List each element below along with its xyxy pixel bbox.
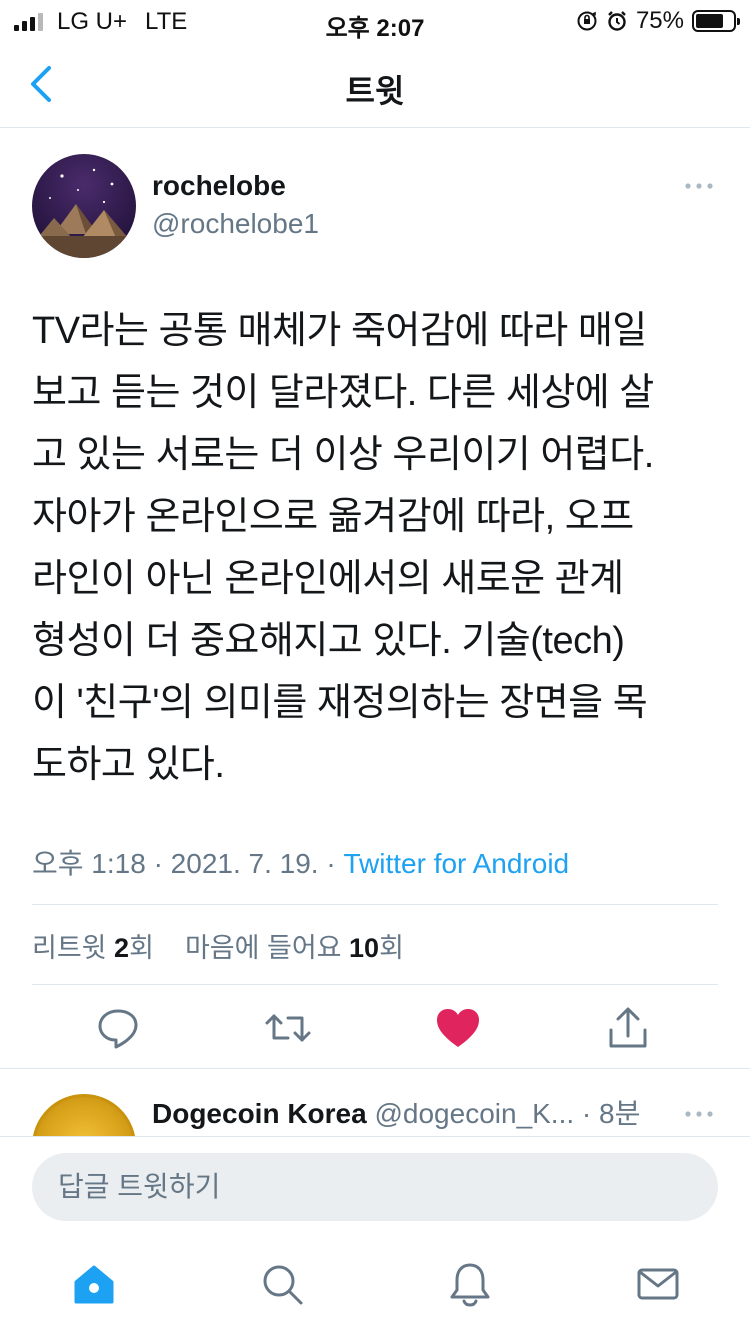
- tweet-line: 라인이 아닌 온라인에서의 새로운 관계: [32, 558, 624, 600]
- status-bar: LG U+ LTE 오후 2:07 75%: [0, 0, 750, 42]
- alarm-icon: [608, 11, 626, 31]
- like-label[interactable]: 마음에 들어요: [185, 933, 342, 963]
- reply-input[interactable]: 답글 트윗하기: [32, 1153, 718, 1221]
- reply-author-handle[interactable]: @dogecoin_K...: [374, 1098, 574, 1129]
- reply-author-name[interactable]: Dogecoin Korea: [152, 1098, 367, 1129]
- share-icon[interactable]: [604, 1004, 652, 1052]
- reply-composer-bar: 답글 트윗하기: [0, 1136, 750, 1236]
- more-options-icon[interactable]: [684, 176, 714, 196]
- tweet-line: 이 '친구'의 의미를 재정의하는 장면을 목: [32, 682, 648, 724]
- status-right: 75%: [576, 7, 740, 35]
- author-handle[interactable]: @rochelobe1: [152, 208, 319, 240]
- tweet-meta: 오후 1:18 · 2021. 7. 19. · Twitter for And…: [32, 842, 569, 882]
- retweet-unit: 회: [129, 933, 154, 963]
- more-options-icon[interactable]: [684, 1104, 714, 1124]
- author-name[interactable]: rochelobe: [152, 170, 286, 202]
- tweet-line: 자아가 온라인으로 옮겨감에 따라, 오프: [32, 496, 634, 538]
- tweet-source-link[interactable]: Twitter for Android: [343, 848, 569, 879]
- reply-time: · 8분: [574, 1098, 641, 1129]
- tweet-stats: 리트윗 2회 마음에 들어요 10회: [32, 926, 404, 965]
- retweet-count[interactable]: 2: [114, 933, 129, 963]
- search-icon[interactable]: [258, 1260, 306, 1308]
- battery-percent: 75%: [635, 7, 684, 34]
- author-avatar[interactable]: [32, 154, 136, 258]
- divider: [32, 904, 718, 905]
- like-count[interactable]: 10: [349, 933, 379, 963]
- battery-level: [696, 14, 723, 28]
- divider: [32, 984, 718, 985]
- reply-tweet-preview[interactable]: Dogecoin Korea @dogecoin_K... · 8분: [0, 1070, 750, 1136]
- battery-icon: [692, 10, 740, 32]
- tweet-line: 고 있는 서로는 더 이상 우리이기 어렵다.: [32, 434, 654, 476]
- page-title: 트윗: [345, 73, 405, 109]
- tweet-line: 보고 듣는 것이 달라졌다. 다른 세상에 살: [32, 372, 654, 414]
- home-icon[interactable]: [70, 1260, 118, 1308]
- navigation-bar: 트윗: [0, 40, 750, 128]
- tweet-timestamp: 오후 1:18 · 2021. 7. 19. ·: [32, 848, 344, 879]
- tweet-line: TV라는 공통 매체가 죽어감에 따라 매일: [32, 310, 647, 352]
- divider: [0, 1068, 750, 1069]
- heart-icon[interactable]: [434, 1004, 482, 1052]
- retweet-label[interactable]: 리트윗: [32, 933, 107, 963]
- orientation-lock-icon: [577, 11, 597, 31]
- tweet-line: 형성이 더 중요해지고 있다. 기술(tech): [32, 620, 625, 662]
- reply-header: Dogecoin Korea @dogecoin_K... · 8분: [152, 1092, 640, 1132]
- comment-icon[interactable]: [94, 1004, 142, 1052]
- retweet-icon[interactable]: [264, 1004, 312, 1052]
- bottom-tab-bar: [0, 1240, 750, 1334]
- like-unit: 회: [379, 933, 404, 963]
- messages-icon[interactable]: [634, 1260, 682, 1308]
- reply-avatar[interactable]: [32, 1094, 136, 1136]
- tweet-line: 도하고 있다.: [32, 744, 225, 786]
- notifications-icon[interactable]: [446, 1260, 494, 1308]
- tweet-text: TV라는 공통 매체가 죽어감에 따라 매일 보고 듣는 것이 달라졌다. 다른…: [32, 300, 722, 796]
